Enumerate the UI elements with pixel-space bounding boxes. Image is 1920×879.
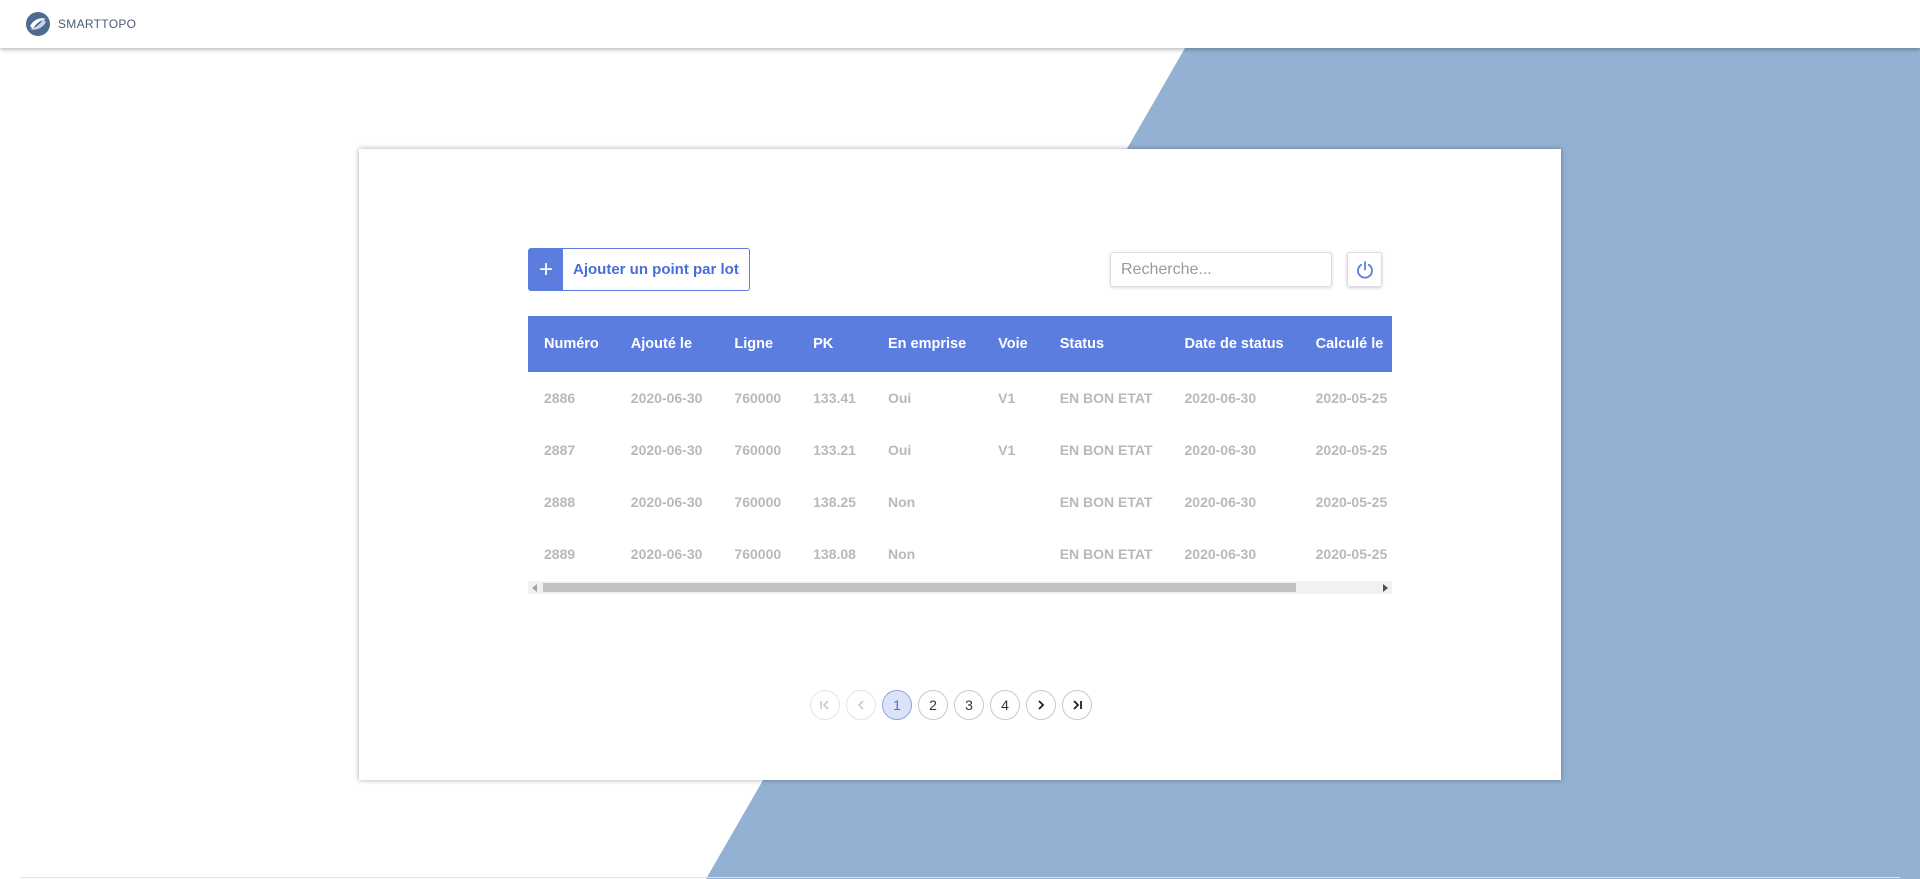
scroll-right-arrow-icon[interactable] [1383,584,1388,592]
column-header-ligne[interactable]: Ligne [718,316,797,372]
table-cell: EN BON ETAT [1059,390,1153,406]
table-cell: 138.25 [813,494,856,510]
top-bar: SMARTTOPO [0,0,1920,48]
table-cell: 2020-05-25 [1315,390,1388,406]
add-point-batch-label: Ajouter un point par lot [573,261,739,278]
table-cell: 2020-06-30 [630,546,703,562]
logo-text: SMARTTOPO [58,17,137,31]
table-cell: 2020-06-30 [630,494,703,510]
column-header-status[interactable]: Status [1044,316,1169,372]
last-page-icon [1073,700,1082,710]
table-cell: 2020-05-25 [1315,494,1388,510]
page-button-4[interactable]: 4 [990,690,1020,720]
power-button[interactable] [1347,252,1382,287]
table-cell: Non [887,494,916,510]
table-row[interactable]: 2886 2020-06-30 760000 133.41 Oui V1 EN … [528,372,1392,424]
table-cell: 2020-05-25 [1315,546,1388,562]
table-cell: 2020-06-30 [630,390,703,406]
points-table: Numéro Ajouté le Ligne PK En emprise Voi… [528,316,1392,580]
table-cell: 133.21 [813,442,856,458]
table-cell: 2886 [544,390,576,406]
table-cell: V1 [998,442,1016,458]
column-header-calcule-le[interactable]: Calculé le [1300,316,1392,372]
pagination: 1 2 3 4 [810,690,1092,720]
main-card: + Ajouter un point par lot Numéro Ajouté… [359,149,1561,780]
add-point-batch-button[interactable]: + Ajouter un point par lot [528,248,750,291]
table-cell: V1 [998,390,1016,406]
power-icon [1356,260,1373,278]
table-cell: EN BON ETAT [1059,494,1153,510]
first-page-icon [820,700,829,710]
table-cell: 760000 [734,546,782,562]
previous-page-icon [857,700,864,710]
page-button-2[interactable]: 2 [918,690,948,720]
table-header-row: Numéro Ajouté le Ligne PK En emprise Voi… [528,316,1392,372]
column-header-voie[interactable]: Voie [982,316,1044,372]
column-header-pk[interactable]: PK [797,316,872,372]
table-cell: 2020-06-30 [630,442,703,458]
table-cell: 2020-06-30 [1184,494,1257,510]
table-cell: 2887 [544,442,576,458]
table-row[interactable]: 2887 2020-06-30 760000 133.21 Oui V1 EN … [528,424,1392,476]
table-cell: 760000 [734,390,782,406]
table-cell: 133.41 [813,390,856,406]
table-cell: 2020-06-30 [1184,442,1257,458]
table-row[interactable]: 2888 2020-06-30 760000 138.25 Non EN BON… [528,476,1392,528]
scroll-left-arrow-icon[interactable] [532,584,537,592]
table-cell: 2020-05-25 [1315,442,1388,458]
table-cell: 138.08 [813,546,856,562]
table-cell: Oui [887,442,912,458]
last-page-button[interactable] [1062,690,1092,720]
scrollbar-thumb[interactable] [543,583,1296,592]
table-horizontal-scrollbar[interactable] [528,581,1392,594]
previous-page-button[interactable] [846,690,876,720]
column-header-date-de-status[interactable]: Date de status [1169,316,1300,372]
table-cell: Non [887,546,916,562]
table-cell [982,528,1044,580]
table-cell: 2888 [544,494,576,510]
next-page-icon [1038,700,1045,710]
table-cell: 760000 [734,494,782,510]
next-page-button[interactable] [1026,690,1056,720]
page-button-1[interactable]: 1 [882,690,912,720]
logo-icon [26,12,50,36]
app-logo[interactable]: SMARTTOPO [25,11,136,37]
plus-icon: + [529,249,563,290]
table-row[interactable]: 2889 2020-06-30 760000 138.08 Non EN BON… [528,528,1392,580]
first-page-button[interactable] [810,690,840,720]
table-cell: EN BON ETAT [1059,546,1153,562]
table-cell: 2020-06-30 [1184,390,1257,406]
table-cell [982,476,1044,528]
table-cell: 760000 [734,442,782,458]
column-header-ajoute-le[interactable]: Ajouté le [615,316,719,372]
column-header-en-emprise[interactable]: En emprise [872,316,982,372]
table-cell: Oui [887,390,912,406]
table-cell: 2889 [544,546,576,562]
table-cell: EN BON ETAT [1059,442,1153,458]
column-header-numero[interactable]: Numéro [528,316,615,372]
points-table-container[interactable]: Numéro Ajouté le Ligne PK En emprise Voi… [528,316,1392,580]
table-cell: 2020-06-30 [1184,546,1257,562]
page-button-3[interactable]: 3 [954,690,984,720]
footer-divider [20,877,1900,878]
search-input[interactable] [1110,252,1332,287]
